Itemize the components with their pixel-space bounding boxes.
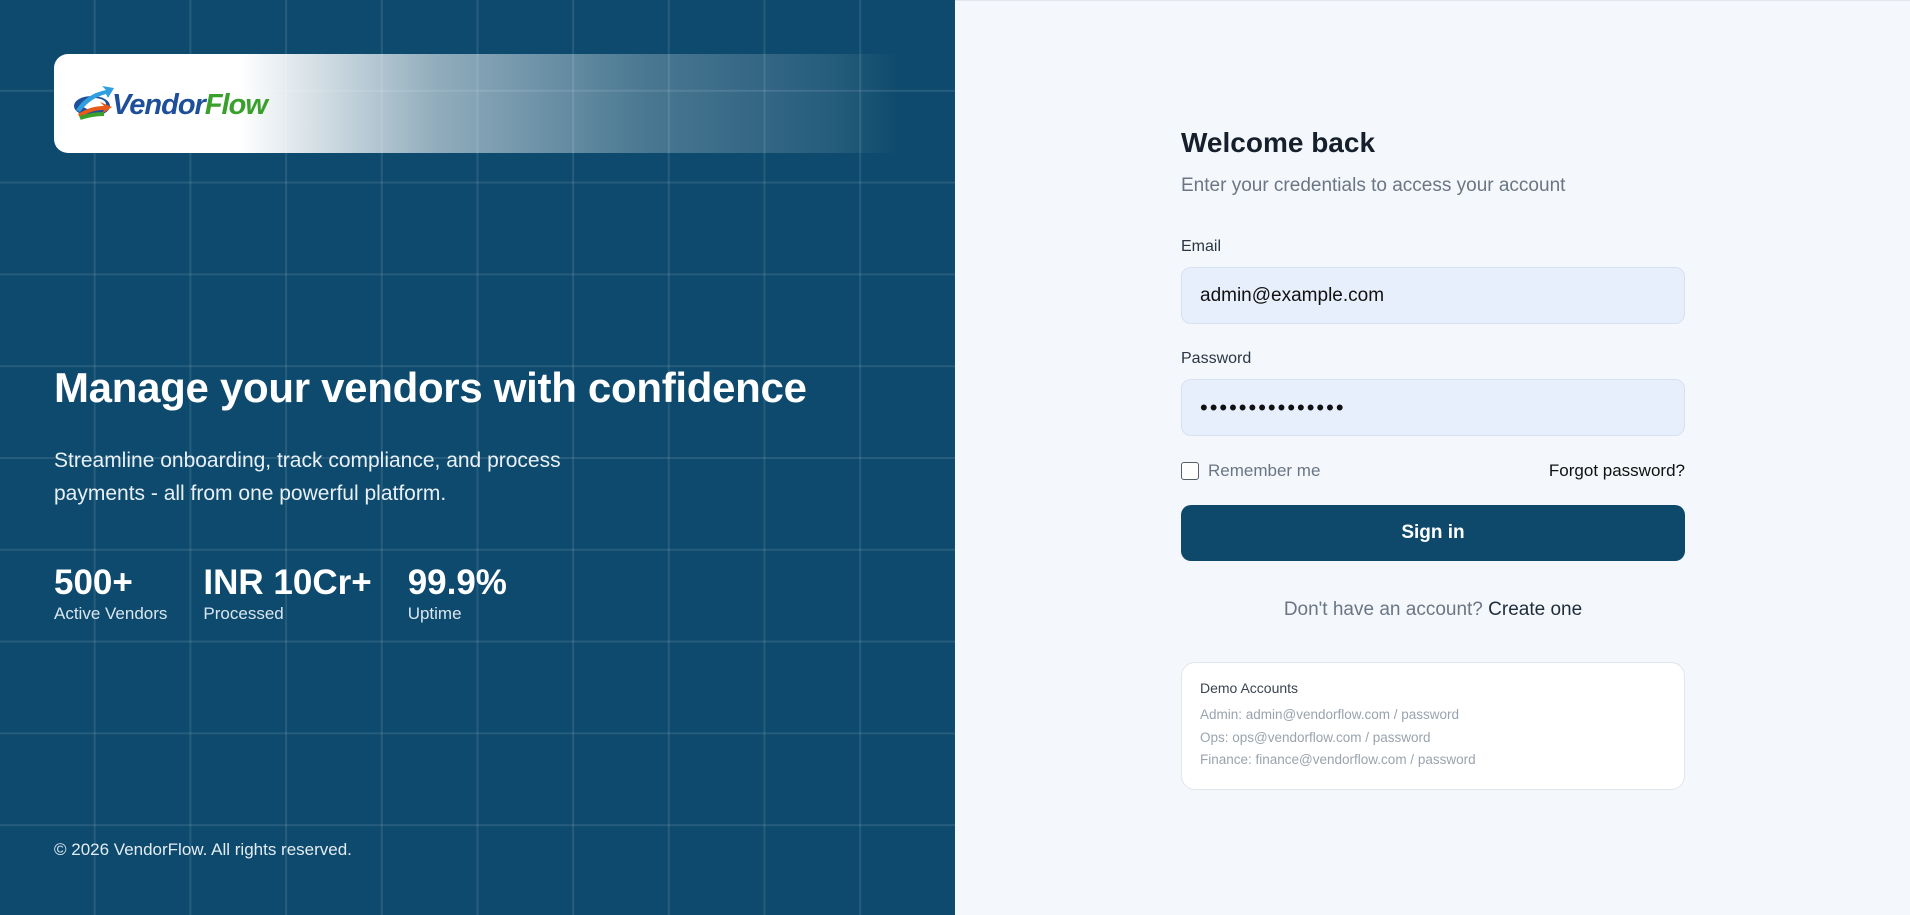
forgot-password-link[interactable]: Forgot password?	[1549, 461, 1685, 481]
sign-in-button[interactable]: Sign in	[1181, 505, 1685, 561]
password-label: Password	[1181, 350, 1252, 367]
signup-prompt-text: Don't have an account?	[1283, 599, 1483, 620]
demo-accounts-title: Demo Accounts	[1200, 680, 1299, 696]
logo-banner: VendorFlow	[54, 54, 900, 153]
stat-value: INR 10Cr+	[203, 563, 372, 602]
stat-value: 500+	[54, 563, 133, 602]
signup-prompt: Don't have an account? Create one	[1181, 599, 1685, 621]
remember-me[interactable]: Remember me	[1181, 461, 1320, 481]
stat-processed: INR 10Cr+ Processed	[203, 562, 371, 624]
password-field[interactable]: •••••••••••••••	[1181, 379, 1685, 436]
demo-account-admin: Admin: admin@vendorflow.com / password	[1200, 707, 1460, 722]
hero-subtitle: Streamline onboarding, track compliance,…	[54, 449, 561, 505]
vendorflow-logo-icon	[74, 86, 114, 120]
demo-account-ops: Ops: ops@vendorflow.com / password	[1200, 729, 1431, 745]
stat-active-vendors: 500+ Active Vendors	[54, 562, 167, 624]
form-subtitle: Enter your credentials to access your ac…	[1181, 175, 1566, 196]
demo-account-finance: Finance: finance@vendorflow.com / passwo…	[1200, 752, 1476, 767]
hero-panel: VendorFlow Manage your vendors with conf…	[0, 0, 955, 915]
brand-wordmark: VendorFlow	[112, 88, 268, 121]
remember-label: Remember me	[1208, 461, 1321, 480]
stat-uptime: 99.9% Uptime	[408, 562, 507, 624]
stat-value: 99.9%	[407, 563, 507, 602]
login-panel: Welcome back Enter your credentials to a…	[955, 0, 1910, 915]
stat-label: Processed	[203, 604, 284, 623]
brand-logo[interactable]: VendorFlow	[70, 80, 268, 126]
hero-title: Manage your vendors with confidence	[54, 364, 807, 411]
form-title: Welcome back	[1181, 127, 1376, 158]
remember-checkbox[interactable]	[1181, 462, 1199, 480]
stat-label: Active Vendors	[54, 604, 168, 623]
demo-accounts-card: Demo Accounts Admin: admin@vendorflow.co…	[1181, 662, 1685, 790]
stat-label: Uptime	[407, 604, 462, 623]
stats-row: 500+ Active Vendors INR 10Cr+ Processed …	[54, 562, 543, 624]
email-field[interactable]: admin@example.com	[1181, 267, 1685, 324]
email-label: Email	[1181, 238, 1222, 255]
copyright: © 2026 VendorFlow. All rights reserved.	[54, 840, 352, 859]
create-account-link[interactable]: Create one	[1488, 599, 1582, 620]
